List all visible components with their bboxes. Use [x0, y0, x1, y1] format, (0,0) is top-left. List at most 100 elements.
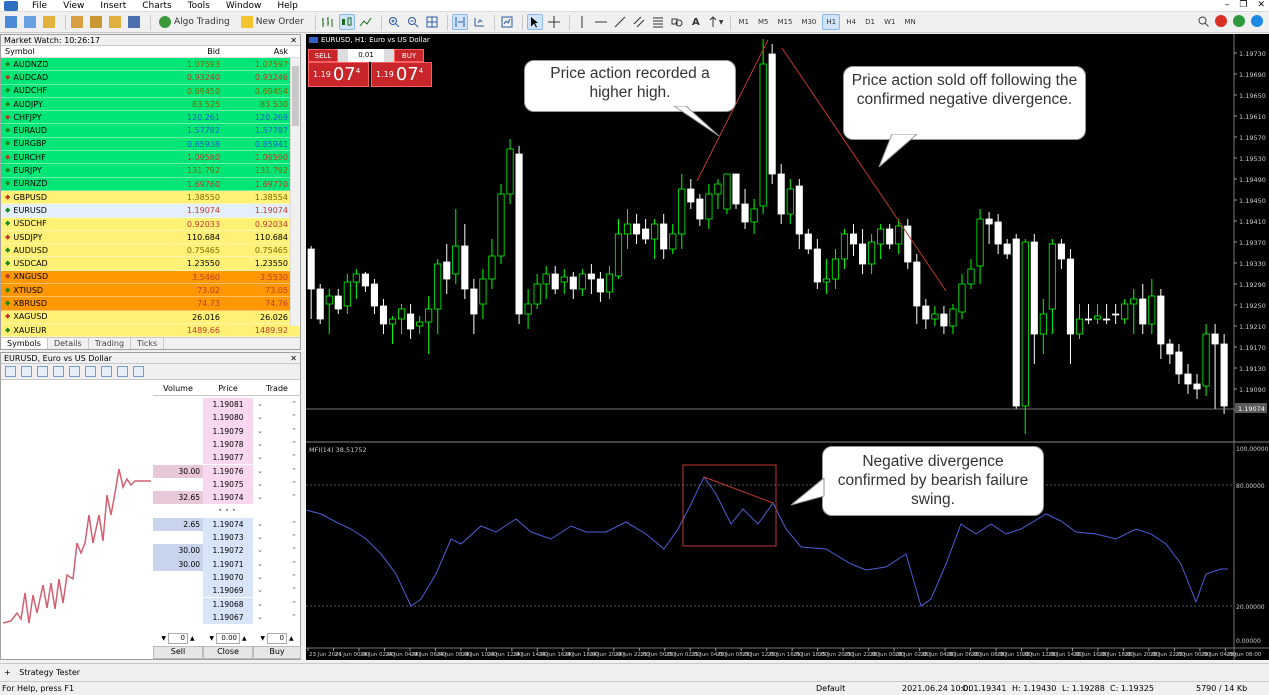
market-watch-row[interactable]: ◆ XTIUSD 73.02 73.05: [1, 284, 300, 298]
bid-level-row[interactable]: 1.19073 ⌄ ⌃: [153, 531, 301, 545]
new-chart-button[interactable]: [4, 14, 20, 30]
bid-header[interactable]: Bid: [146, 46, 222, 57]
chevron-up-icon[interactable]: ⌃: [291, 478, 297, 491]
chevron-down-icon[interactable]: ▼: [209, 635, 214, 642]
market-watch-row[interactable]: ◆ EURUSD 1.19074 1.19074: [1, 204, 300, 218]
chevron-down-icon[interactable]: ⌄: [257, 425, 263, 438]
text-tool[interactable]: A: [688, 14, 704, 30]
chevron-down-icon[interactable]: ⌄: [257, 478, 263, 491]
profile-name[interactable]: Default: [816, 682, 845, 695]
bid-level-row[interactable]: 30.00 1.19072 ⌄ ⌃: [153, 544, 301, 558]
chevron-up-icon[interactable]: ⌃: [291, 531, 297, 544]
timeframe-h4[interactable]: H4: [843, 14, 859, 30]
menu-insert[interactable]: Insert: [92, 1, 134, 11]
shapes-tool[interactable]: [669, 14, 685, 30]
terminal-button[interactable]: [89, 14, 105, 30]
tab-ticks[interactable]: Ticks: [131, 338, 165, 349]
minimize-icon[interactable]: –: [1225, 0, 1230, 10]
restore-icon[interactable]: ❐: [1239, 0, 1247, 10]
menu-help[interactable]: Help: [269, 1, 306, 11]
timeframe-h1[interactable]: H1: [822, 14, 841, 30]
trendline-tool[interactable]: [612, 14, 628, 30]
market-watch-scrollbar[interactable]: [290, 58, 300, 326]
horizontal-line-tool[interactable]: [593, 14, 609, 30]
chevron-up-icon[interactable]: ⌃: [291, 451, 297, 464]
market-watch-row[interactable]: ◆ XAGUSD 26.016 26.026: [1, 310, 300, 324]
bar-chart-button[interactable]: [320, 14, 336, 30]
arrows-tool[interactable]: ▼: [707, 14, 723, 30]
market-watch-row[interactable]: ◆ GBPUSD 1.38550 1.38554: [1, 190, 300, 205]
chevron-down-icon[interactable]: ⌄: [257, 518, 263, 531]
symbol-header[interactable]: Symbol: [1, 46, 146, 57]
candlestick-button[interactable]: [338, 14, 355, 30]
market-watch-row[interactable]: ◆ AUDJPY 83.525 83.530: [1, 97, 300, 112]
market-watch-row[interactable]: ◆ USDCHF 0.92033 0.92034: [1, 217, 300, 231]
tab-trading[interactable]: Trading: [89, 338, 132, 349]
indicators-button[interactable]: [499, 14, 515, 30]
chevron-up-icon[interactable]: ⌃: [291, 438, 297, 451]
plus-icon[interactable]: +: [4, 668, 11, 677]
chart-window[interactable]: EURUSD, H1: Euro vs US Dollar SELL 0.01 …: [306, 34, 1269, 660]
chevron-up-icon[interactable]: ⌃: [291, 398, 297, 411]
cursor-tool[interactable]: [526, 14, 543, 30]
dom-copy-icon[interactable]: [37, 366, 48, 377]
chevron-down-icon[interactable]: ⌄: [257, 491, 263, 504]
fibonacci-tool[interactable]: [650, 14, 666, 30]
equidistant-channel-tool[interactable]: [631, 14, 647, 30]
close-button[interactable]: Close: [203, 646, 253, 659]
chevron-up-icon[interactable]: ⌃: [291, 598, 297, 611]
market-watch-row[interactable]: ◆ XNGUSD 3.5460 3.5530: [1, 270, 300, 285]
market-watch-button[interactable]: [42, 14, 58, 30]
bid-level-row[interactable]: 1.19069 ⌄ ⌃: [153, 584, 301, 598]
chevron-up-icon[interactable]: ⌃: [291, 425, 297, 438]
tile-windows-button[interactable]: [424, 14, 440, 30]
chevron-down-icon[interactable]: ⌄: [257, 571, 263, 584]
chevron-down-icon[interactable]: ⌄: [257, 451, 263, 464]
chevron-up-icon[interactable]: ⌃: [291, 518, 297, 531]
menu-charts[interactable]: Charts: [134, 1, 179, 11]
chevron-down-icon[interactable]: ⌄: [257, 411, 263, 424]
chevron-down-icon[interactable]: ⌄: [257, 531, 263, 544]
new-order-button[interactable]: New Order: [237, 14, 308, 30]
chevron-down-icon[interactable]: ⌄: [257, 544, 263, 557]
account-icon[interactable]: [1251, 15, 1263, 27]
chevron-up-icon[interactable]: ⌃: [291, 465, 297, 478]
chevron-down-icon[interactable]: ⌄: [257, 598, 263, 611]
bid-level-row[interactable]: 2.65 1.19074 ⌄ ⌃: [153, 517, 301, 531]
lot-input[interactable]: 0.00: [216, 633, 240, 644]
market-watch-row[interactable]: ◆ EURJPY 131.792 131.792: [1, 164, 300, 178]
zoom-in-button[interactable]: [386, 14, 402, 30]
chevron-up-icon[interactable]: ⌃: [291, 584, 297, 597]
zoom-in-icon[interactable]: [117, 366, 128, 377]
timeframe-m1[interactable]: M1: [735, 14, 752, 30]
ask-level-row[interactable]: 1.19077 ⌄ ⌃: [153, 451, 301, 465]
menu-tools[interactable]: Tools: [180, 1, 218, 11]
strategy-tester-button[interactable]: [127, 14, 143, 30]
ask-level-row[interactable]: 30.00 1.19076 ⌄ ⌃: [153, 464, 301, 478]
close-icon[interactable]: ✕: [1257, 0, 1265, 10]
timeframe-m30[interactable]: M30: [798, 14, 819, 30]
signal-icon[interactable]: [1233, 15, 1245, 27]
chart-shift-button[interactable]: [471, 14, 487, 30]
zoom-out-icon[interactable]: [133, 366, 144, 377]
market-watch-row[interactable]: ◆ USDCAD 1.23550 1.23550: [1, 257, 300, 271]
market-watch-row[interactable]: ◆ CHFJPY 120.261 120.269: [1, 111, 300, 125]
market-watch-row[interactable]: ◆ AUDCHF 0.69450 0.69454: [1, 84, 300, 98]
chevron-down-icon[interactable]: ▼: [260, 635, 265, 642]
bid-level-row[interactable]: 1.19067 ⌄ ⌃: [153, 610, 301, 625]
crosshair-tool[interactable]: [546, 14, 562, 30]
bid-level-row[interactable]: 1.19068 ⌄ ⌃: [153, 597, 301, 611]
buy-button[interactable]: Buy: [253, 646, 301, 659]
chevron-down-icon[interactable]: ⌄: [257, 584, 263, 597]
dom-chart-icon[interactable]: [5, 366, 16, 377]
ask-level-row[interactable]: 1.19075 ⌄ ⌃: [153, 477, 301, 492]
sell-volume-input[interactable]: 0: [168, 633, 188, 644]
chevron-up-icon[interactable]: ⌃: [291, 571, 297, 584]
close-icon[interactable]: ✕: [290, 353, 297, 364]
timeframe-m15[interactable]: M15: [774, 14, 795, 30]
bid-level-row[interactable]: 30.00 1.19071 ⌄ ⌃: [153, 557, 301, 571]
chevron-up-icon[interactable]: ⌃: [291, 611, 297, 624]
timeframe-m5[interactable]: M5: [755, 14, 772, 30]
ask-level-row[interactable]: 1.19081 ⌄ ⌃: [153, 398, 301, 412]
tab-symbols[interactable]: Symbols: [1, 338, 48, 349]
